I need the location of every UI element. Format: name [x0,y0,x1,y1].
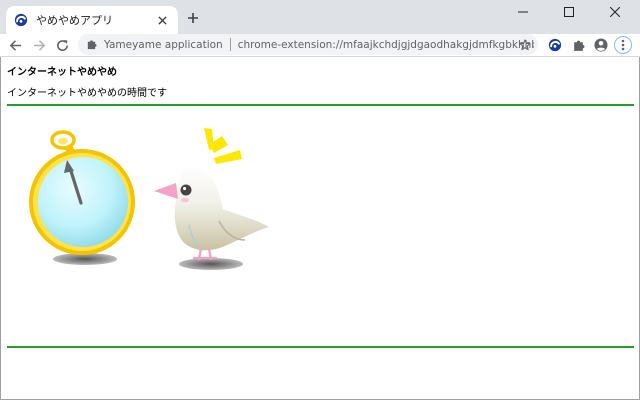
tab-title: やめやめアプリ [36,14,113,27]
profile-button[interactable] [592,36,610,54]
maximize-icon [564,7,574,17]
arrow-left-icon [9,39,21,51]
reload-icon [56,39,68,51]
address-bar[interactable]: Yameyame application chrome-extension://… [78,34,538,55]
close-window-button[interactable] [592,0,638,24]
star-icon [519,39,531,51]
bottom-divider [7,346,634,348]
yameyame-app-icon [14,13,28,27]
yameyame-app-icon [548,38,562,52]
more-vertical-icon [621,39,625,51]
stopwatch-icon [29,130,135,265]
new-tab-button[interactable] [184,9,202,27]
page-content: インターネットやめやめ インターネットやめやめの時間です [0,57,640,400]
puzzle-icon [573,40,584,51]
arrow-right-icon [33,39,45,51]
bookmark-button[interactable] [516,36,534,54]
extensions-menu-button[interactable] [569,36,587,54]
minimize-button[interactable] [500,0,546,24]
site-name: Yameyame application [104,38,223,51]
close-icon [157,15,167,25]
site-info-button[interactable] [86,39,98,51]
omnibox-divider [229,38,231,51]
java-sparrow-bird-icon [154,164,269,270]
reload-button[interactable] [53,36,71,54]
sparkle-lines [204,128,242,164]
page-heading: インターネットやめやめ [7,67,117,78]
tab-strip: やめやめアプリ [0,0,640,34]
plus-icon [188,13,198,23]
url-text[interactable]: chrome-extension://mfaajkchdjgjdgaodhakg… [238,39,534,51]
illustration [29,128,269,270]
forward-button[interactable] [30,36,48,54]
page-message: インターネットやめやめの時間です [7,88,167,99]
maximize-button[interactable] [546,0,592,24]
back-button[interactable] [6,36,24,54]
account-icon [594,38,608,52]
yameyame-extension-button[interactable] [546,36,564,54]
top-divider [7,104,634,106]
browser-tab[interactable]: やめやめアプリ [6,6,178,34]
browser-toolbar: Yameyame application chrome-extension://… [0,34,640,56]
browser-menu-button[interactable] [614,36,632,54]
minimize-icon [518,11,528,13]
puzzle-icon [87,40,97,50]
close-tab-button[interactable] [154,12,170,28]
close-icon [610,7,620,17]
